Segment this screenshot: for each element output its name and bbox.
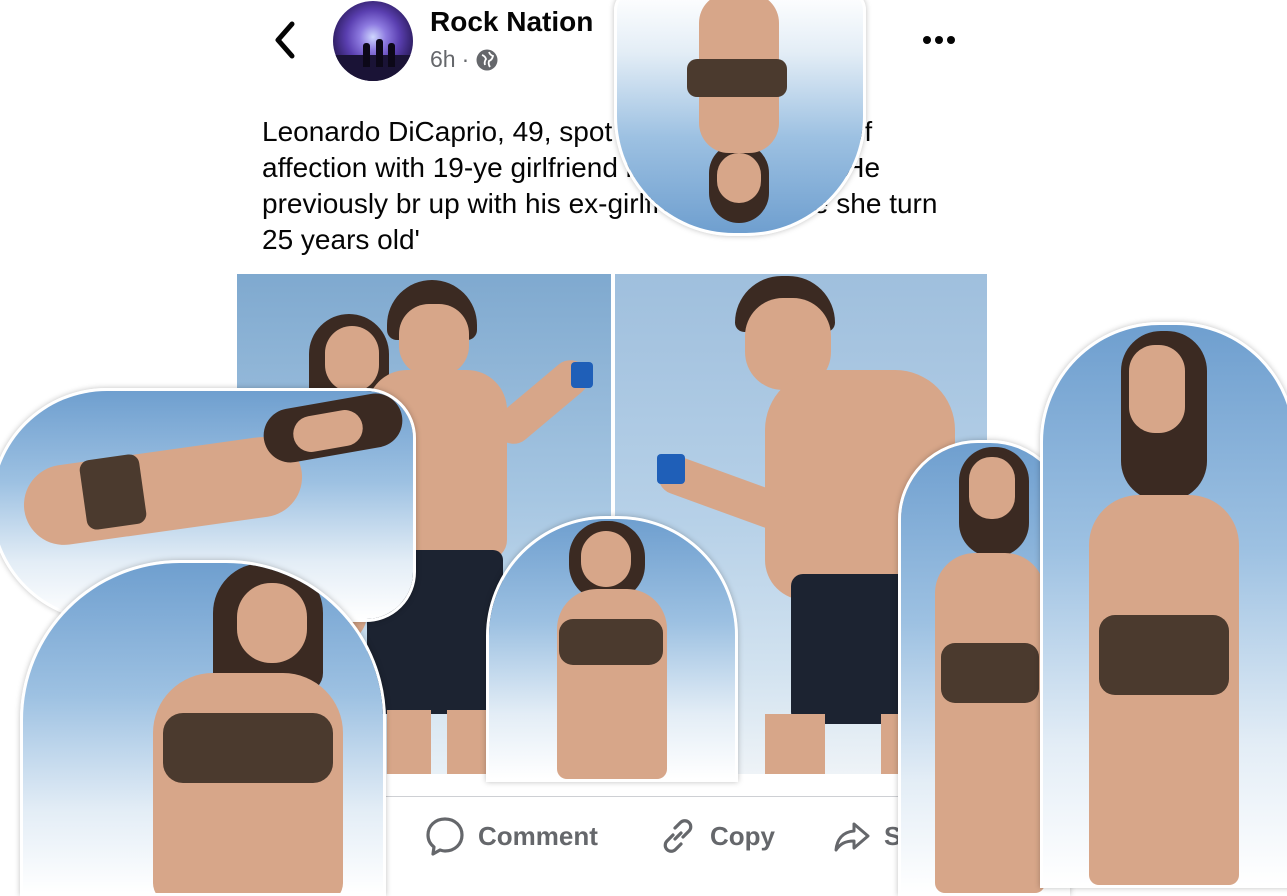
action-bar-divider — [376, 796, 906, 797]
sticker-woman-right-large — [1040, 322, 1287, 888]
comment-label: Comment — [478, 820, 598, 851]
more-horizontal-icon — [923, 36, 955, 44]
post-timestamp[interactable]: 6h — [430, 46, 456, 73]
chevron-left-icon — [275, 21, 295, 59]
comment-bubble-icon — [426, 817, 464, 856]
globe-icon — [476, 49, 498, 70]
page-avatar[interactable] — [333, 1, 413, 81]
sticker-woman-upside-down — [614, 0, 866, 236]
post-meta: 6h · — [430, 46, 499, 73]
more-options-button[interactable] — [918, 26, 960, 54]
back-button[interactable] — [268, 18, 304, 62]
meta-separator: · — [461, 46, 470, 72]
share-arrow-icon — [834, 822, 870, 852]
caption-part: Leonardo DiCaprio, 49, spot — [262, 116, 613, 147]
page-name[interactable]: Rock Nation — [430, 6, 593, 38]
link-icon — [663, 819, 693, 853]
copy-link-button[interactable]: Copy — [658, 812, 775, 860]
share-button[interactable]: S — [832, 812, 901, 860]
sticker-woman-bottom-left — [20, 560, 386, 896]
sticker-woman-center — [486, 516, 738, 782]
copy-label: Copy — [710, 820, 775, 851]
comment-button[interactable]: Comment — [424, 812, 598, 860]
